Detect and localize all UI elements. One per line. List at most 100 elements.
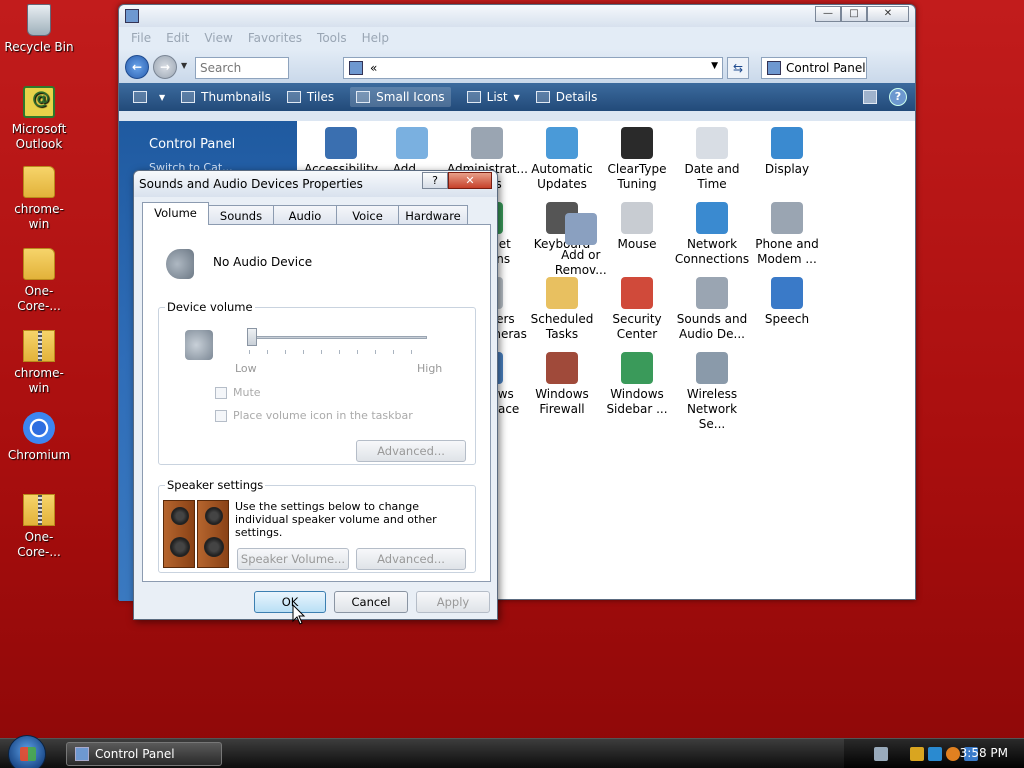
cp-item-label: Windows Firewall (535, 387, 589, 416)
maximize-button[interactable]: □ (841, 6, 867, 22)
desktop-icon-outlook[interactable]: Microsoft Outlook (4, 86, 74, 152)
back-button[interactable]: ← (125, 55, 149, 79)
search-input[interactable]: Search (195, 57, 289, 79)
start-button[interactable] (8, 735, 46, 768)
tab-voice[interactable]: Voice (336, 205, 399, 225)
cp-item-label: Automatic Updates (531, 162, 593, 191)
tab-audio[interactable]: Audio (273, 205, 337, 225)
menu-view[interactable]: View (204, 27, 241, 49)
cp-item[interactable]: Wireless Network Se... (672, 352, 752, 432)
tiles-button[interactable]: Tiles (286, 90, 334, 104)
details-icon (535, 91, 550, 103)
ok-button[interactable]: OK (254, 591, 326, 613)
chevron-down-icon[interactable]: ▼ (711, 61, 718, 71)
cp-item-icon (546, 352, 578, 384)
taskbar-icon-label: Place volume icon in the taskbar (233, 409, 413, 422)
dialog-tabs: Volume Sounds Audio Voice Hardware (142, 202, 468, 225)
cp-item[interactable]: Automatic Updates (522, 127, 602, 192)
help-button[interactable]: ? (889, 88, 907, 106)
taskbar-icon-checkbox[interactable]: Place volume icon in the taskbar (215, 409, 413, 422)
menu-favorites[interactable]: Favorites (248, 27, 311, 49)
tray-search-icon[interactable] (946, 747, 960, 761)
cp-item-icon (621, 202, 653, 234)
thumbnails-button[interactable]: Thumbnails (181, 90, 271, 104)
refresh-button[interactable]: ⇆ (727, 57, 749, 79)
cp-item-icon (325, 127, 357, 159)
mute-checkbox[interactable]: Mute (215, 386, 261, 399)
volume-advanced-button[interactable]: Advanced... (356, 440, 466, 462)
outlook-icon (23, 86, 55, 118)
tab-sounds[interactable]: Sounds (208, 205, 274, 225)
list-icon (466, 91, 481, 103)
security-shield-icon[interactable] (910, 747, 924, 761)
desktop-icon-chrome-win[interactable]: chrome-win (4, 166, 74, 232)
speaker-volume-button[interactable]: Speaker Volume... (237, 548, 349, 570)
small-icons-button[interactable]: Small Icons (350, 87, 451, 107)
cp-item[interactable]: Scheduled Tasks (522, 277, 602, 342)
volume-slider-track[interactable] (249, 336, 427, 339)
volume-slider-thumb[interactable] (247, 328, 257, 346)
folder-icon (23, 166, 55, 198)
desktop-icon-chrome-win-zip[interactable]: chrome-win (4, 330, 74, 396)
list-button[interactable]: List ▼ (466, 90, 520, 104)
view-options-button[interactable]: ▼ (133, 91, 165, 103)
menu-help[interactable]: Help (362, 27, 398, 49)
address-field[interactable]: « ▼ (343, 57, 723, 79)
network-icon[interactable] (874, 747, 888, 761)
volume-slider-ticks (249, 350, 427, 354)
cp-item-label: Security Center (612, 312, 662, 341)
details-button[interactable]: Details (535, 90, 597, 104)
cp-item[interactable]: Display (747, 127, 827, 177)
sounds-audio-dialog: Sounds and Audio Devices Properties ? ✕ … (133, 170, 498, 620)
cp-item[interactable]: Windows Firewall (522, 352, 602, 417)
cp-item[interactable]: ClearType Tuning (597, 127, 677, 192)
apply-button[interactable]: Apply (416, 591, 490, 613)
dialog-close-button[interactable]: ✕ (448, 172, 492, 189)
desktop-icon-one-core[interactable]: One-Core-... (4, 248, 74, 314)
system-tray: 3:58 PM (844, 739, 1024, 768)
tab-hardware[interactable]: Hardware (398, 205, 468, 225)
desktop-icon-one-core-zip[interactable]: One-Core-... (4, 494, 74, 560)
tiles-icon (286, 91, 301, 103)
layout-icon[interactable] (863, 90, 877, 104)
cp-item[interactable]: Network Connections (672, 202, 752, 267)
cp-item-label: Network Connections (674, 237, 750, 266)
window-titlebar[interactable]: — □ ✕ (119, 5, 915, 27)
cp-item-icon (546, 277, 578, 309)
menu-file[interactable]: File (131, 27, 160, 49)
cancel-button[interactable]: Cancel (334, 591, 408, 613)
dialog-help-button[interactable]: ? (422, 172, 448, 189)
clock[interactable]: 3:58 PM (960, 746, 1008, 760)
cp-item[interactable]: Date and Time (672, 127, 752, 192)
breadcrumb[interactable]: Control Panel (761, 57, 867, 79)
cp-item[interactable]: Sounds and Audio De... (672, 277, 752, 342)
cp-item-label: ClearType Tuning (607, 162, 667, 191)
cp-item[interactable]: Speech (747, 277, 827, 327)
minimize-button[interactable]: — (815, 6, 841, 22)
menu-tools[interactable]: Tools (317, 27, 356, 49)
tab-volume[interactable]: Volume (142, 202, 209, 225)
cp-item[interactable]: Security Center (597, 277, 677, 342)
cp-item[interactable]: Phone and Modem ... (747, 202, 827, 267)
close-button[interactable]: ✕ (867, 6, 909, 22)
desktop-icon-recycle-bin[interactable]: Recycle Bin (4, 4, 74, 55)
cp-item[interactable]: Mouse (597, 202, 677, 252)
cp-item-icon (771, 202, 803, 234)
desktop-icon-chromium[interactable]: Chromium (4, 412, 74, 463)
cp-item-label: Display (764, 162, 810, 176)
recycle-bin-icon (27, 4, 51, 36)
cp-item-label: Mouse (617, 237, 657, 251)
cp-item[interactable]: Windows Sidebar ... (597, 352, 677, 417)
forward-button[interactable]: → (153, 55, 177, 79)
volume-tab-panel: No Audio Device Device volume Low High M… (142, 224, 491, 582)
taskbar-item-control-panel[interactable]: Control Panel (66, 742, 222, 766)
speaker-advanced-button[interactable]: Advanced... (356, 548, 466, 570)
thumbnails-icon (181, 91, 196, 103)
nav-history-dropdown-icon[interactable]: ▼ (181, 61, 187, 70)
cp-item-icon (696, 277, 728, 309)
tray-app-icon[interactable] (928, 747, 942, 761)
left-pane-title[interactable]: Control Panel (149, 137, 235, 152)
menu-edit[interactable]: Edit (166, 27, 198, 49)
dialog-titlebar[interactable]: Sounds and Audio Devices Properties ? ✕ (134, 171, 497, 197)
cp-item-icon (771, 277, 803, 309)
